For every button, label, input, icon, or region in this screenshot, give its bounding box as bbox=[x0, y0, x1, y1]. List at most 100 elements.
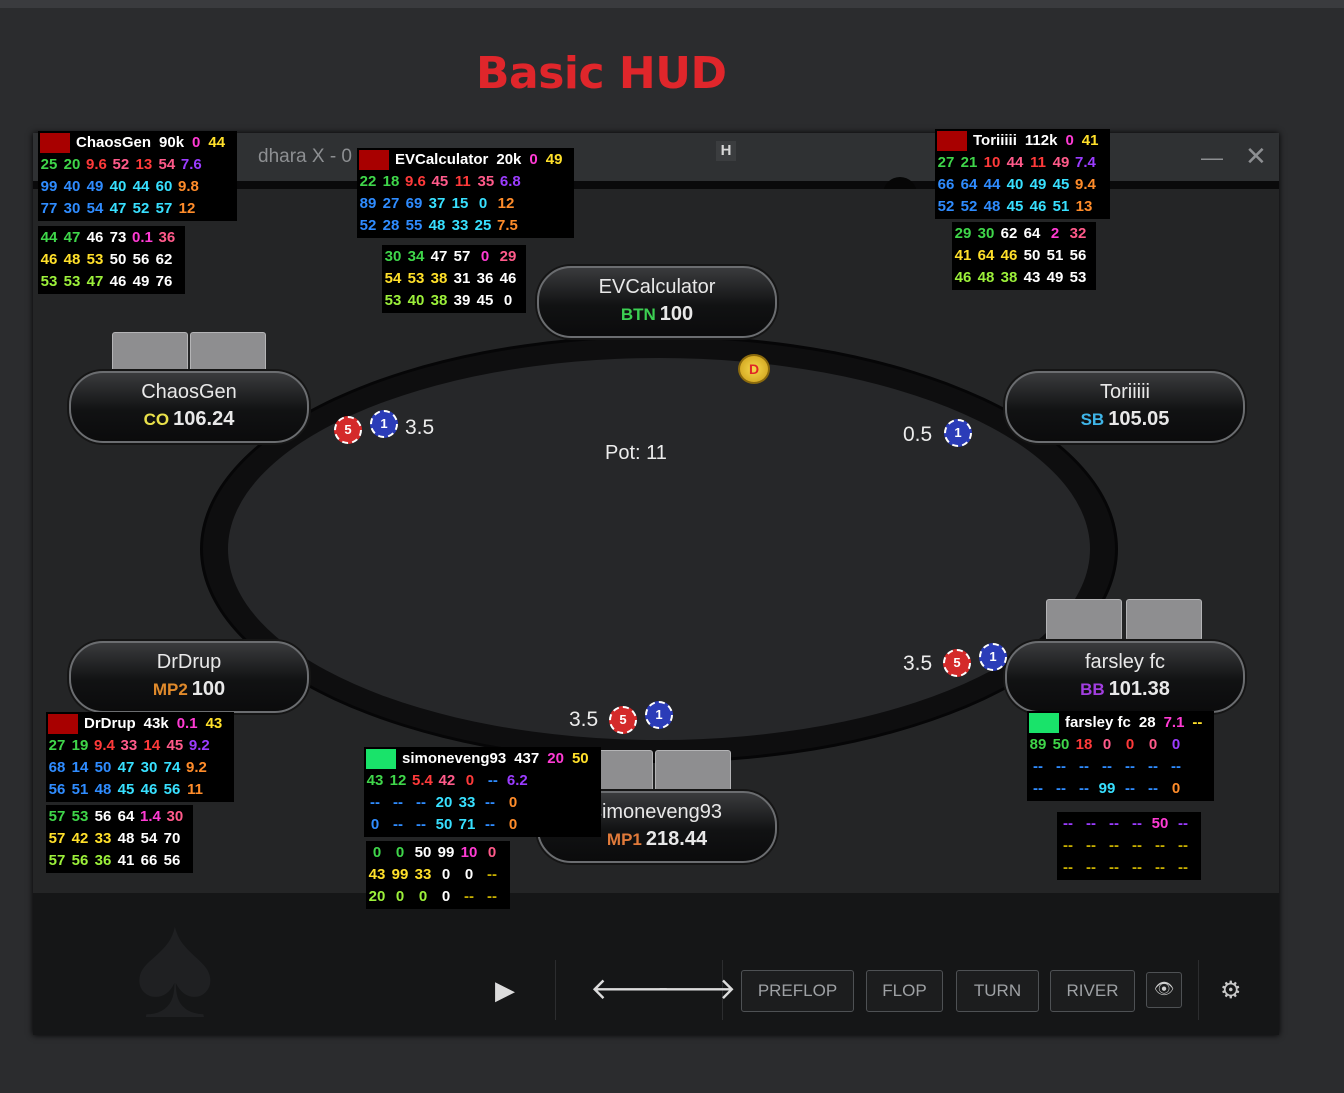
hud-color-tag[interactable] bbox=[366, 749, 396, 769]
farsley-card-back bbox=[1126, 599, 1202, 641]
hud-stat: 48 bbox=[117, 830, 135, 847]
hud-stat: 53 bbox=[86, 251, 104, 268]
chip-blue-icon: 1 bbox=[979, 643, 1007, 671]
hud-farsley-fc[interactable]: farsley fc 28 7.1 -- 89 50 18 0 0 0 0 -- -- -- -- -- -- -… bbox=[1027, 711, 1215, 801]
preflop-button[interactable]: PREFLOP bbox=[741, 970, 854, 1012]
player-name: EVCalculator bbox=[598, 276, 716, 298]
turn-button[interactable]: TURN bbox=[956, 970, 1039, 1012]
hud-stat: 42 bbox=[438, 772, 456, 789]
hud-stat-row: 46 48 53 50 56 62 bbox=[40, 249, 181, 271]
hud-stat: -- bbox=[1056, 780, 1066, 797]
hud-stat: 45 bbox=[476, 292, 494, 309]
hud-stat: 62 bbox=[155, 251, 173, 268]
hud-stat: 9.4 bbox=[1075, 176, 1096, 193]
hud-stat-row: 0 0 50 99 10 0 bbox=[368, 842, 506, 864]
hud-stat: 14 bbox=[143, 737, 161, 754]
hud-stat: 25 bbox=[40, 156, 58, 173]
gear-icon[interactable]: ⚙ bbox=[1220, 976, 1242, 1005]
hud-stat: -- bbox=[1132, 815, 1142, 832]
hud-stat: 35 bbox=[477, 173, 495, 190]
hud-stat: 52 bbox=[937, 198, 955, 215]
hud-evcalculator[interactable]: EVCalculator 20k 0 49 22 18 9.6 45 11 35 6.8 89 27 69… bbox=[357, 148, 575, 238]
hud-stat: 45 bbox=[431, 173, 449, 190]
hud-stat: 50 bbox=[435, 816, 453, 833]
flop-button[interactable]: FLOP bbox=[866, 970, 943, 1012]
hud-stat: 51 bbox=[1052, 198, 1070, 215]
eye-icon[interactable]: 👁 bbox=[1146, 972, 1182, 1008]
hud-stat: 57 bbox=[48, 852, 66, 869]
hud-stat: 18 bbox=[1075, 736, 1093, 753]
hud-stat: 54 bbox=[158, 156, 176, 173]
hud-stat-row: 66 64 44 40 49 45 9.4 bbox=[937, 174, 1106, 196]
hud-stat: -- bbox=[487, 772, 498, 789]
hud-stat: 10 bbox=[460, 844, 478, 861]
hud-stat: 30 bbox=[166, 808, 184, 825]
hud-stat: 76 bbox=[155, 273, 173, 290]
hud-stat: 0 bbox=[480, 248, 490, 265]
hud-stat: 44 bbox=[40, 229, 58, 246]
river-button[interactable]: RIVER bbox=[1050, 970, 1135, 1012]
hud-stat: -- bbox=[1086, 859, 1096, 876]
hud-stat: 9.2 bbox=[188, 737, 210, 754]
seat-farsley-fc[interactable]: farsley fc BB 101.38 bbox=[1005, 641, 1245, 713]
hud-stat: 73 bbox=[109, 229, 127, 246]
hud-stat: -- bbox=[485, 794, 495, 811]
hud-stat: 0 bbox=[508, 794, 518, 811]
seat-toriiiii[interactable]: Toriiiii SB 105.05 bbox=[1005, 371, 1245, 443]
hud-stat: 49 bbox=[1052, 154, 1070, 171]
hud-drdrup[interactable]: DrDrup 43k 0.1 43 27 19 9.4 33 14 45 9.2 68 14 50 47 30… bbox=[46, 712, 235, 802]
hud-stat: 38 bbox=[430, 292, 448, 309]
hud-color-tag[interactable] bbox=[48, 714, 78, 734]
hud-stat: 34 bbox=[407, 248, 425, 265]
hud-stat: -- bbox=[1063, 815, 1073, 832]
hud-stat: 39 bbox=[453, 292, 471, 309]
forward-arrow-icon[interactable]: 🡒 bbox=[656, 970, 736, 1010]
hud-stat: 66 bbox=[140, 852, 158, 869]
seat-chaosgen[interactable]: ChaosGen CO 106.24 bbox=[69, 371, 309, 443]
chip-blue-icon: 1 bbox=[645, 701, 673, 729]
stack-value: 105.05 bbox=[1108, 408, 1170, 430]
hud-stat-row: 53 53 47 46 49 76 bbox=[40, 271, 181, 293]
hud-stat: -- bbox=[1125, 758, 1135, 775]
hud-stat: 52 bbox=[960, 198, 978, 215]
hud-simoneveng93[interactable]: simoneveng93 437 20 50 43 12 5.4 42 0 -- 6.2 -- -- --… bbox=[364, 747, 601, 837]
seat-evcalculator[interactable]: EVCalculator BTN 100 bbox=[537, 266, 777, 338]
hud-stat: 48 bbox=[428, 217, 446, 234]
stack-value: 101.38 bbox=[1108, 678, 1170, 700]
hud-stat: 46 bbox=[1029, 198, 1047, 215]
hud-stat: 9.6 bbox=[405, 173, 426, 190]
hud-stat-row: 44 47 46 73 0.1 36 bbox=[40, 227, 181, 249]
hud-header-row: DrDrup 43k 0.1 43 bbox=[48, 713, 230, 735]
hud-chaosgen-extra: 44 47 46 73 0.1 36 46 48 53 50 56 62 53 53 47 46 49 76 bbox=[38, 226, 185, 294]
hud-stat: 9.2 bbox=[186, 759, 207, 776]
close-button[interactable]: ✕ bbox=[1245, 141, 1267, 172]
hud-color-tag[interactable] bbox=[359, 150, 389, 170]
hud-chaosgen[interactable]: ChaosGen 90k 0 44 25 20 9.6 52 13 54 7.6 99 40 49 40 44… bbox=[38, 131, 238, 221]
hud-color-tag[interactable] bbox=[1029, 713, 1059, 733]
hud-stat: 0 bbox=[395, 844, 405, 861]
position-label: BTN bbox=[620, 305, 656, 324]
hud-stat-row: 57 56 36 41 66 56 bbox=[48, 850, 189, 872]
hud-stat: 52 bbox=[359, 217, 377, 234]
hud-farsley-fc-extra: -- -- -- -- 50 -- -- -- -- -- -- -- -- -- -- -- -- -- bbox=[1057, 812, 1201, 880]
hud-stat: 0 bbox=[465, 772, 475, 789]
minimize-button[interactable]: — bbox=[1201, 145, 1223, 171]
hud-stat: 43 bbox=[366, 772, 384, 789]
hud-color-tag[interactable] bbox=[937, 131, 967, 151]
hud-header-row: ChaosGen 90k 0 44 bbox=[40, 132, 233, 154]
hud-stat: 69 bbox=[405, 195, 423, 212]
position-label: MP1 bbox=[606, 830, 642, 849]
hud-stat: -- bbox=[1033, 758, 1043, 775]
chip-blue-icon: 1 bbox=[944, 419, 972, 447]
hud-stat: 44 bbox=[983, 176, 1001, 193]
hud-color-tag[interactable] bbox=[40, 133, 70, 153]
hud-stat: 68 bbox=[48, 759, 66, 776]
stack-value: 218.44 bbox=[645, 828, 708, 850]
seat-drdrup[interactable]: DrDrup MP2 100 bbox=[69, 641, 309, 713]
hud-toriiiii[interactable]: Toriiiii 112k 0 41 27 21 10 44 11 49 7.4 66 64 44 40 49… bbox=[935, 129, 1111, 219]
player-name: ChaosGen bbox=[141, 381, 237, 403]
hud-stat: 40 bbox=[109, 178, 127, 195]
hud-stat: 20 bbox=[63, 156, 81, 173]
play-icon[interactable]: ▶ bbox=[495, 970, 515, 1010]
hud-stat: 12 bbox=[497, 195, 515, 212]
